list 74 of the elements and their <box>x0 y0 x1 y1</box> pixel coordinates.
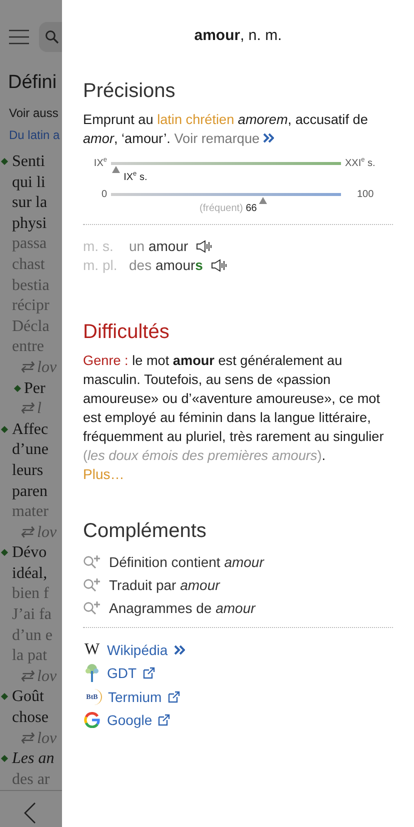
form-label: m. s. <box>83 237 114 256</box>
translation-text: ⇄ lov <box>19 522 58 543</box>
double-chevron-icon[interactable] <box>174 644 185 655</box>
search-link[interactable]: Traduit par amour <box>109 576 220 592</box>
double-chevron-icon[interactable] <box>263 133 274 143</box>
definition-text: la pat <box>11 646 48 666</box>
definition-text: idéal, <box>11 564 48 584</box>
speaker-icon[interactable] <box>196 240 214 253</box>
frequency-label: (fréquent) 66 <box>200 203 257 214</box>
definition-text: mater <box>11 502 50 522</box>
definition-text: bien f <box>11 584 50 604</box>
difficulty-text: Genre : le mot amour est généralement au masculin. Toutefois, au sens de «passion amoureuse» ou d’«aventure amoureuse», ce mot est employé au féminin dans la langue littéraire, fréquemment au pluriel, très rarement au singulier (les doux émois des premières amours). <box>83 352 385 465</box>
definition-text: J’ai fa <box>11 605 53 626</box>
search-button[interactable] <box>39 22 62 52</box>
definition-text: Les an <box>0 749 62 770</box>
back-chevron-icon[interactable] <box>24 802 36 824</box>
headword-title: amour, n. m. <box>193 27 283 44</box>
external-link-icon[interactable] <box>142 667 155 680</box>
form-label: m. pl. <box>83 256 118 275</box>
search-icon[interactable] <box>45 30 60 44</box>
wikipedia-logo: W <box>83 640 101 659</box>
external-link-icon[interactable] <box>158 714 170 726</box>
definition-text: d’une <box>11 440 50 460</box>
definition-text: chose <box>11 708 50 728</box>
definition-text: Senti <box>0 152 62 173</box>
definition-text: Goût <box>0 687 62 708</box>
definition-text: récipr <box>11 296 50 316</box>
page-title: Défini <box>8 72 58 94</box>
definition-text: paren <box>11 482 49 502</box>
word-form: un amour <box>129 237 188 256</box>
resource-link[interactable]: Google <box>107 712 152 728</box>
section-title: Compléments <box>83 520 208 543</box>
google-icon <box>84 712 100 728</box>
menu-icon[interactable] <box>9 29 30 45</box>
frequency-max: 100 <box>356 189 375 200</box>
definition-text: bestia <box>11 276 50 296</box>
definition-text: qui li <box>11 172 46 193</box>
resource-link[interactable]: Termium <box>108 688 162 705</box>
resource-link[interactable]: Wikipédia <box>107 642 168 658</box>
definition-text: Décla <box>11 316 50 337</box>
definition-text: Per <box>0 378 62 400</box>
timeline-marker-label: IX$^{e}$ s. <box>124 172 148 183</box>
search-plus-icon <box>83 554 101 568</box>
tree-icon <box>84 664 100 682</box>
see-also-text: Voir auss <box>9 106 60 120</box>
resource-link[interactable]: GDT <box>107 665 137 682</box>
definition-text: sur la <box>11 193 48 214</box>
search-plus-icon <box>83 578 101 592</box>
section-title: Précisions <box>83 80 176 103</box>
translation-text: ⇄ lov <box>19 358 58 378</box>
definition-text: Dévo <box>0 543 62 564</box>
search-plus-icon <box>83 600 101 614</box>
definition-text: entre <box>11 337 45 358</box>
search-link[interactable]: Définition contient amour <box>109 554 264 570</box>
definition-text: passa <box>11 234 48 254</box>
translation-text: ⇄ l <box>19 399 42 420</box>
search-link[interactable]: Anagrammes de amour <box>109 600 256 616</box>
definition-text: chast <box>11 254 46 275</box>
definition-text: des ar <box>11 770 51 790</box>
timeline-start: IX$^{e}$ <box>92 158 107 169</box>
definition-text: d’un e <box>11 626 54 646</box>
translation-text: ⇄ lov <box>19 728 58 749</box>
speaker-icon[interactable] <box>210 259 229 272</box>
remark-link[interactable]: Voir remarque <box>174 131 260 146</box>
definition-text: leurs <box>11 460 44 481</box>
frequency-min: 0 <box>100 189 107 200</box>
external-link-icon[interactable] <box>168 690 180 703</box>
definition-text: Affec <box>0 420 62 440</box>
section-title: Difficultés <box>83 321 170 344</box>
etymology-text: Emprunt au latin chrétien amorem, accusatif de amor, ‘amour’. Voir remarque <box>83 111 369 148</box>
word-form: des amours <box>129 256 203 275</box>
definition-text: physi <box>11 214 48 234</box>
timeline-end: XXI$^{e}$ s. <box>345 158 376 169</box>
translation-text: ⇄ lov <box>19 666 58 687</box>
